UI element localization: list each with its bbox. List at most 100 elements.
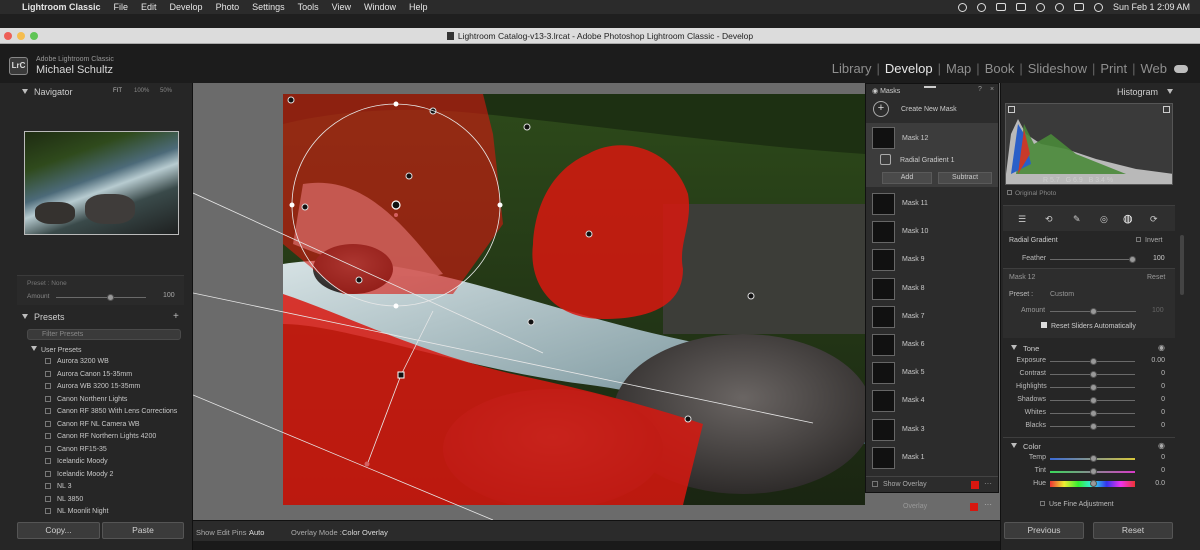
mask-list-item[interactable]: Mask 4 xyxy=(866,388,999,415)
previous-button[interactable]: Previous xyxy=(1004,522,1084,539)
menu-file[interactable]: File xyxy=(114,2,129,12)
tone-slider[interactable] xyxy=(1050,397,1135,404)
menu-edit[interactable]: Edit xyxy=(141,2,157,12)
cloud-icon[interactable] xyxy=(1174,65,1188,73)
menu-view[interactable]: View xyxy=(332,2,351,12)
minimize-window-icon[interactable] xyxy=(17,32,25,40)
overlay-color-swatch[interactable] xyxy=(971,481,979,489)
search-icon[interactable] xyxy=(1054,2,1064,12)
module-web[interactable]: Web xyxy=(1136,61,1173,76)
display-icon[interactable] xyxy=(1015,3,1026,11)
color-header[interactable]: Color xyxy=(1011,442,1041,451)
mask-list-item[interactable]: Mask 8 xyxy=(866,276,999,303)
component-label[interactable]: Radial Gradient 1 xyxy=(900,157,954,164)
module-library[interactable]: Library xyxy=(827,61,877,76)
control-center-icon[interactable] xyxy=(1073,3,1084,11)
navigator-zoom-100[interactable]: 100% xyxy=(134,88,149,94)
menu-window[interactable]: Window xyxy=(364,2,396,12)
module-slideshow[interactable]: Slideshow xyxy=(1023,61,1092,76)
slider-thumb[interactable] xyxy=(1089,480,1097,487)
mask-reset-button[interactable]: Reset xyxy=(1147,274,1165,281)
navigator-preview[interactable] xyxy=(24,131,179,235)
preset-item[interactable]: Aurora 3200 WB xyxy=(45,356,109,369)
more-icon[interactable]: ··· xyxy=(984,500,992,509)
preset-item[interactable]: NL 3850 xyxy=(45,494,83,507)
mask-list-item[interactable]: Mask 1 xyxy=(866,445,999,472)
slider-thumb[interactable] xyxy=(1089,410,1097,417)
mask-list-item[interactable]: Mask 5 xyxy=(866,360,999,387)
radial-feather-dot[interactable] xyxy=(394,213,398,217)
add-button[interactable]: Add xyxy=(882,172,932,184)
shadow-clip-icon[interactable] xyxy=(1008,106,1015,113)
mask-list-item[interactable]: Mask 3 xyxy=(866,417,999,444)
edit-pins-select[interactable]: Auto xyxy=(249,528,264,537)
wifi-icon[interactable] xyxy=(1035,2,1045,12)
menu-help[interactable]: Help xyxy=(409,2,428,12)
color-eye-icon[interactable]: ◉ xyxy=(1158,441,1165,450)
copy-button[interactable]: Copy... xyxy=(17,522,100,539)
healing-icon[interactable]: ✎ xyxy=(1073,214,1081,225)
linear-rotation-handle[interactable] xyxy=(400,310,434,376)
siri-icon[interactable] xyxy=(1093,2,1103,12)
more-icon[interactable]: ··· xyxy=(984,479,992,488)
mask-list-item[interactable]: Mask 6 xyxy=(866,332,999,359)
tone-eye-icon[interactable]: ◉ xyxy=(1158,343,1165,352)
histogram-header[interactable]: Histogram xyxy=(1117,84,1179,100)
close-icon[interactable]: × xyxy=(990,86,994,93)
red-eye-icon[interactable]: ◎ xyxy=(1100,214,1108,225)
add-preset-icon[interactable]: + xyxy=(173,311,179,322)
module-map[interactable]: Map xyxy=(941,61,976,76)
reset-sliders-checkbox[interactable] xyxy=(1041,322,1047,328)
preset-item[interactable]: Canon RF NL Camera WB xyxy=(45,419,140,432)
preset-item[interactable]: Canon RF Northern Lights 4200 xyxy=(45,431,156,444)
subtract-button[interactable]: Subtract xyxy=(938,172,992,184)
color-slider[interactable] xyxy=(1050,480,1135,487)
right-scrollbar[interactable] xyxy=(1180,235,1184,295)
radial-handle-right[interactable] xyxy=(497,202,503,208)
original-photo-toggle[interactable]: Original Photo xyxy=(1007,190,1056,197)
collapse-icon[interactable] xyxy=(1166,89,1173,94)
slider-thumb[interactable] xyxy=(1089,384,1097,391)
expand-icon[interactable] xyxy=(31,346,37,351)
preset-item[interactable]: Canon Northenr Lights xyxy=(45,394,127,407)
slider-thumb[interactable] xyxy=(1089,397,1097,404)
pr-icon[interactable] xyxy=(995,3,1006,11)
histogram[interactable] xyxy=(1005,103,1173,185)
slider-thumb[interactable] xyxy=(1089,455,1097,462)
linear-center-handle[interactable] xyxy=(397,371,405,379)
slider-thumb[interactable] xyxy=(1089,468,1097,475)
create-new-mask-button[interactable]: + Create New Mask xyxy=(866,98,998,120)
collapse-icon[interactable] xyxy=(1011,443,1017,448)
navigator-zoom-fit[interactable]: FIT xyxy=(113,88,122,94)
active-mask-group[interactable]: Mask 12 Radial Gradient 1 Add Subtract xyxy=(866,123,998,187)
slider-thumb[interactable] xyxy=(1089,358,1097,365)
record-icon[interactable] xyxy=(957,2,967,12)
preset-item[interactable]: Canon RF 3850 With Lens Corrections xyxy=(45,406,177,419)
masking-icon[interactable]: ◍ xyxy=(1123,212,1133,225)
mask-amount-slider[interactable] xyxy=(1050,308,1136,315)
reset-button[interactable]: Reset xyxy=(1093,522,1173,539)
overlay-mode-select[interactable]: Color Overlay xyxy=(342,528,388,537)
slider-thumb[interactable] xyxy=(107,294,114,301)
preset-item[interactable]: Aurora WB 3200 15-35mm xyxy=(45,381,140,394)
tone-header[interactable]: Tone xyxy=(1011,344,1039,353)
drag-handle-icon[interactable] xyxy=(924,86,936,88)
collapse-icon[interactable] xyxy=(1011,345,1017,350)
mask-list-item[interactable]: Mask 9 xyxy=(866,247,999,274)
preset-item[interactable]: Canon RF15-35 xyxy=(45,444,107,457)
linear-end-handle[interactable] xyxy=(364,461,370,467)
fine-adjust-toggle[interactable]: Use Fine Adjustment xyxy=(1040,501,1114,508)
navigator-header[interactable]: Navigator xyxy=(22,84,73,100)
invert-checkbox[interactable] xyxy=(1136,237,1141,242)
show-overlay-checkbox[interactable] xyxy=(872,481,878,487)
mask-list-item[interactable]: Mask 11 xyxy=(866,191,999,218)
invert-toggle[interactable]: Invert xyxy=(1136,237,1163,244)
mask-list-item[interactable]: Mask 10 xyxy=(866,219,999,246)
mask-preset-select[interactable]: Custom xyxy=(1050,291,1074,298)
module-book[interactable]: Book xyxy=(980,61,1020,76)
collapse-icon[interactable] xyxy=(22,89,28,94)
menu-app-name[interactable]: Lightroom Classic xyxy=(22,2,101,12)
original-photo-checkbox[interactable] xyxy=(1007,190,1012,195)
paste-button[interactable]: Paste xyxy=(102,522,184,539)
eye-icon[interactable]: ◉ xyxy=(872,88,878,95)
